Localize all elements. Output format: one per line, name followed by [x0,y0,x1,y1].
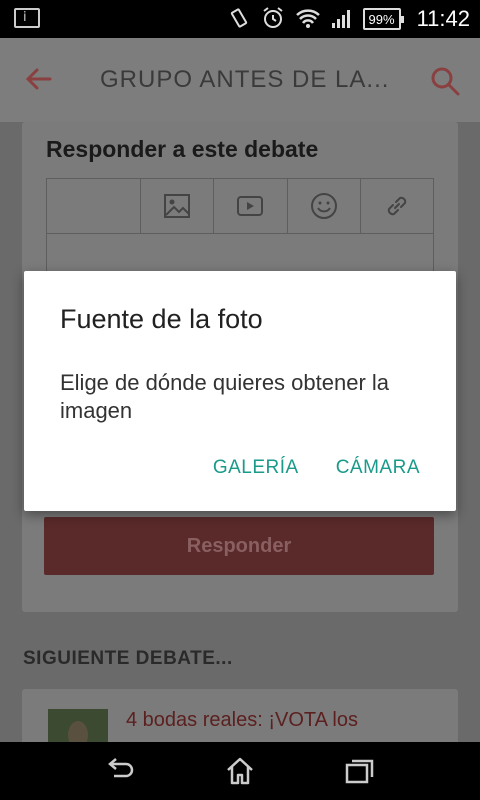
page-title: GRUPO ANTES DE LA... [100,66,390,93]
video-icon [237,196,264,216]
dialog-message: Elige de dónde quieres obtener la imagen [60,370,390,423]
signal-icon [331,7,353,32]
insert-link-button[interactable] [361,179,433,233]
image-icon [164,194,191,218]
dialog-actions: GALERÍA CÁMARA [213,457,420,479]
home-nav-icon[interactable] [224,756,256,786]
status-bar: i 99% 11:42 [0,0,480,38]
navigation-bar [0,742,480,800]
dialog-title: Fuente de la foto [60,304,263,334]
vibrate-icon [227,6,251,33]
reply-editor[interactable] [46,234,434,274]
insert-image-button[interactable] [141,179,215,233]
insert-emoji-button[interactable] [288,179,361,233]
alarm-icon [261,6,285,33]
clock: 11:42 [416,6,470,31]
camera-button[interactable]: CÁMARA [336,457,420,479]
search-icon[interactable] [428,64,462,98]
photo-source-dialog: Fuente de la foto Elige de dónde quieres… [24,271,456,511]
reply-card-title: Responder a este debate [46,136,319,162]
toolbar-blank [47,179,141,233]
back-arrow-icon[interactable] [22,62,56,96]
next-debate-title[interactable]: 4 bodas reales: ¡VOTA los [126,709,358,732]
reply-button[interactable]: Responder [44,517,434,575]
gallery-button[interactable]: GALERÍA [213,457,299,479]
app-bar: GRUPO ANTES DE LA... [0,38,480,122]
back-nav-icon[interactable] [104,756,136,786]
next-debate-header: SIGUIENTE DEBATE... [23,648,233,669]
emoji-icon [310,193,337,219]
info-icon: i [14,8,40,28]
next-debate-thumbnail [48,709,108,742]
battery-indicator: 99% [362,8,404,30]
link-icon [387,196,407,216]
recent-apps-icon[interactable] [344,756,376,786]
next-debate-card[interactable]: 4 bodas reales: ¡VOTA los [22,689,458,742]
insert-video-button[interactable] [214,179,288,233]
wifi-icon [295,6,321,33]
editor-toolbar [46,178,434,234]
